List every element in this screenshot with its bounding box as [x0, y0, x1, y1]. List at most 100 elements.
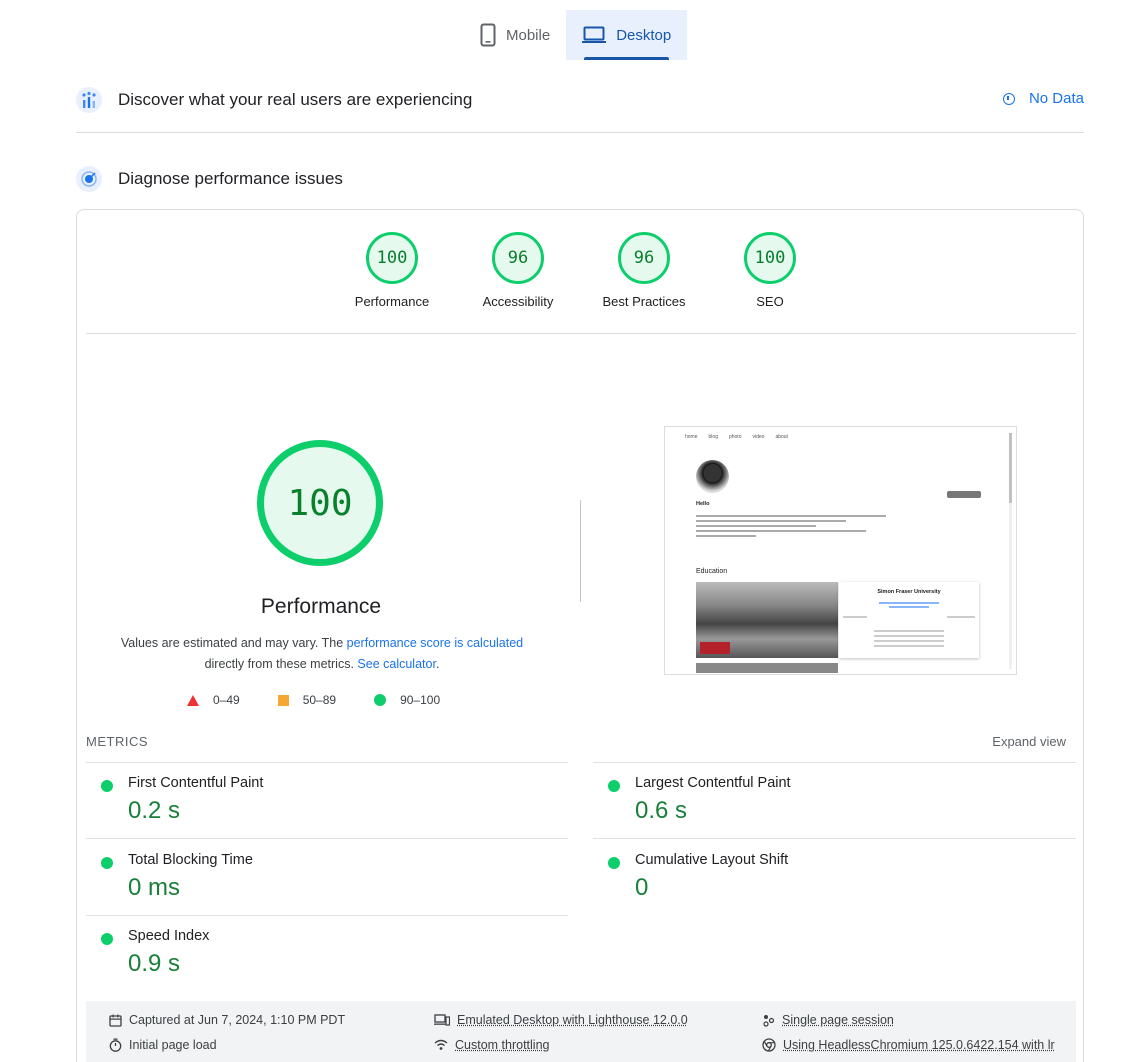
metric-value: 0.2 s: [128, 797, 181, 824]
tab-mobile-label: Mobile: [506, 26, 551, 44]
score-calculated-link[interactable]: performance score is calculated: [347, 636, 523, 650]
single-page-session-text: Single page session: [782, 1013, 894, 1027]
browser-version[interactable]: Using HeadlessChromium 125.0.6422.154 wi…: [762, 1038, 1076, 1052]
metric-name: Largest Contentful Paint: [635, 775, 791, 791]
wifi-icon: [434, 1039, 448, 1051]
circle-icon: [374, 694, 387, 706]
screenshot-university-name: Simon Fraser University: [877, 589, 941, 595]
session-icon: [762, 1014, 775, 1027]
metric-total-blocking-time: Total Blocking Time 0 ms: [86, 840, 556, 916]
gauge-seo[interactable]: 100 SEO: [719, 232, 821, 309]
metric-value: 0: [635, 874, 649, 901]
pass-circle-icon: [101, 780, 113, 792]
triangle-icon: [187, 694, 199, 706]
timer-icon: [109, 1038, 122, 1052]
gauge-score: 96: [618, 232, 670, 284]
lab-data-title: Diagnose performance issues: [118, 169, 343, 188]
vertical-separator: [580, 500, 581, 602]
tab-desktop-label: Desktop: [616, 26, 672, 44]
see-calculator-link[interactable]: See calculator: [357, 657, 436, 671]
emulated-desktop-text: Emulated Desktop with Lighthouse 12.0.0: [457, 1013, 688, 1027]
legend-pass: 90–100: [374, 693, 440, 707]
desc-text: .: [435, 657, 440, 671]
device-tabs: Mobile Desktop: [464, 10, 688, 60]
expand-view-button[interactable]: Expand view: [992, 734, 1066, 749]
gauge-score: 96: [492, 232, 544, 284]
single-page-session[interactable]: Single page session: [762, 1013, 894, 1027]
gauge-score: 100: [744, 232, 796, 284]
diagnose-icon: [76, 166, 102, 192]
pass-circle-icon: [608, 857, 620, 869]
section-divider: [76, 132, 1084, 133]
category-gauges: 100 Performance 96 Accessibility 96 Best…: [77, 232, 1083, 309]
gauge-label: Best Practices: [602, 294, 686, 309]
screenshot-nav-item: photo: [728, 434, 742, 440]
no-data-link[interactable]: No Data: [1002, 90, 1084, 107]
metrics-heading: METRICS: [86, 734, 148, 749]
desc-text: directly from these metrics.: [204, 657, 358, 671]
gauge-accessibility[interactable]: 96 Accessibility: [467, 232, 569, 309]
report-card: 100 Performance 96 Accessibility 96 Best…: [76, 209, 1084, 1062]
gauge-label: Performance: [354, 294, 430, 309]
info-icon: [1002, 92, 1015, 105]
metric-largest-contentful-paint: Largest Contentful Paint 0.6 s: [593, 763, 1063, 839]
screenshot-nav-item: video: [752, 434, 765, 440]
no-data-label: No Data: [1028, 90, 1084, 107]
metric-speed-index: Speed Index 0.9 s: [86, 916, 556, 992]
performance-description: Values are estimated and may vary. The p…: [107, 633, 537, 675]
runtime-settings: Captured at Jun 7, 2024, 1:10 PM PDT Ini…: [86, 1001, 1076, 1062]
gauge-best-practices[interactable]: 96 Best Practices: [593, 232, 695, 309]
field-data-header: Discover what your real users are experi…: [76, 84, 1084, 116]
tab-mobile[interactable]: Mobile: [464, 10, 566, 60]
legend-range: 0–49: [213, 693, 240, 707]
initial-page-load: Initial page load: [109, 1038, 217, 1052]
metric-name: First Contentful Paint: [128, 775, 264, 791]
screenshot-nav-item: about: [775, 434, 788, 440]
gauges-divider: [86, 333, 1076, 334]
performance-title: Performance: [260, 595, 382, 618]
chrome-icon: [762, 1038, 776, 1052]
screenshot-nav-item: home: [685, 434, 698, 440]
performance-big-gauge: 100: [257, 440, 383, 566]
metric-name: Total Blocking Time: [128, 852, 253, 868]
score-legend: 0–49 50–89 90–100: [187, 693, 440, 707]
captured-at-text: Captured at Jun 7, 2024, 1:10 PM PDT: [129, 1013, 346, 1027]
screenshot-photo-2: [696, 663, 838, 673]
screenshot-nav: home blog photo video about: [685, 434, 788, 440]
screenshot-hello: Hello: [696, 501, 710, 507]
metric-divider: [593, 838, 1076, 839]
pass-circle-icon: [101, 857, 113, 869]
screenshot-badge: [947, 491, 981, 498]
users-chart-icon: [76, 87, 102, 113]
captured-at: Captured at Jun 7, 2024, 1:10 PM PDT: [109, 1013, 345, 1027]
pass-circle-icon: [101, 933, 113, 945]
gauge-label: SEO: [756, 294, 784, 309]
metric-name: Cumulative Layout Shift: [635, 852, 789, 868]
custom-throttling-text: Custom throttling: [455, 1038, 550, 1052]
devices-icon: [434, 1014, 450, 1026]
pass-circle-icon: [608, 780, 620, 792]
emulated-desktop[interactable]: Emulated Desktop with Lighthouse 12.0.0: [434, 1013, 688, 1027]
gauge-label: Accessibility: [482, 294, 554, 309]
tab-desktop[interactable]: Desktop: [566, 10, 688, 60]
calendar-icon: [109, 1014, 122, 1027]
gauge-score: 100: [366, 232, 418, 284]
gauge-performance[interactable]: 100 Performance: [341, 232, 443, 309]
metric-name: Speed Index: [128, 928, 210, 944]
field-data-title: Discover what your real users are experi…: [118, 90, 473, 109]
screenshot-education: Education: [696, 568, 728, 575]
screenshot-nav-item: blog: [708, 434, 718, 440]
browser-version-text: Using HeadlessChromium 125.0.6422.154 wi…: [783, 1038, 1055, 1052]
legend-average: 50–89: [277, 693, 336, 707]
phone-icon: [480, 23, 496, 47]
final-screenshot[interactable]: home blog photo video about Hello Educat…: [664, 426, 1017, 675]
desc-text: Values are estimated and may vary. The: [120, 636, 347, 650]
screenshot-university-card: Simon Fraser University: [839, 582, 979, 658]
metric-cumulative-layout-shift: Cumulative Layout Shift 0: [593, 840, 1063, 916]
metric-divider: [86, 838, 568, 839]
screenshot-photo: [696, 582, 838, 658]
laptop-icon: [582, 26, 607, 44]
metric-value: 0.9 s: [128, 950, 181, 977]
initial-page-load-text: Initial page load: [129, 1038, 217, 1052]
custom-throttling[interactable]: Custom throttling: [434, 1038, 549, 1052]
